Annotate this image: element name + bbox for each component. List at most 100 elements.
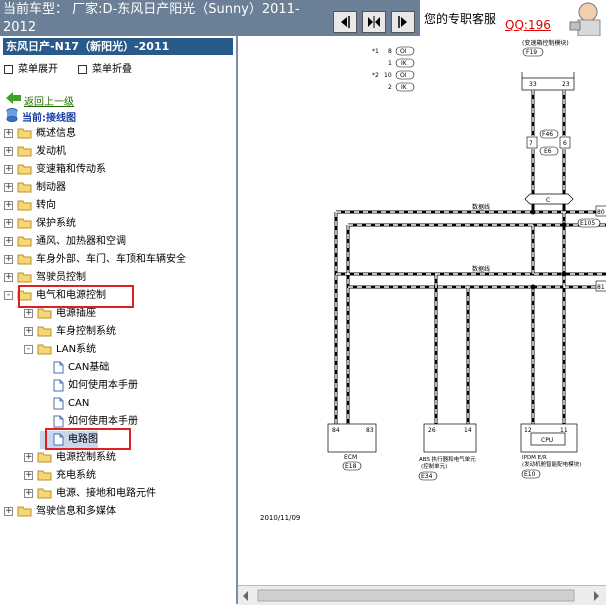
tree-item[interactable]: + 概述信息 [4,125,76,143]
legend-row-4: 2 IK [388,82,415,92]
tree-item[interactable]: + 转向 [4,197,56,215]
tree-item-label: 电源控制系统 [56,452,116,463]
expand-icon[interactable]: + [4,506,13,516]
tree-item[interactable]: + 制动器 [4,179,66,197]
tree-item-label: 电源插座 [56,308,96,319]
collapse-menu-button[interactable]: 菜单折叠 [78,60,132,75]
abs-label: ABS 执行器和电气单元 [419,455,476,463]
car-model-title: 当前车型： 厂家:D-东风日产阳光（Sunny）2011-2012 [3,2,300,35]
square-icon [78,64,87,74]
back-link[interactable]: 返回上一级 [24,93,74,108]
ipdm-cpu-label: CPU [541,437,553,444]
ecm-connector: E18 [345,463,357,470]
vehicle-header: 东风日产-N17（新阳光）-2011 [3,38,233,55]
nav-collapse-left-button[interactable] [333,11,357,33]
expand-icon[interactable]: + [4,272,13,282]
current-location: 当前:接线图 [22,113,76,124]
tree-item[interactable]: + 保护系统 [4,215,76,233]
qq-link[interactable]: QQ:196 [505,18,551,32]
pin-33: 33 [529,81,537,88]
collapse-menu-label: 菜单折叠 [92,64,132,75]
tree-item-label: CAN基础 [68,362,110,373]
nav-collapse-right-button[interactable] [391,11,415,33]
expand-icon[interactable]: + [24,308,33,318]
arrow-right-icon [398,16,407,28]
expand-icon[interactable]: + [4,182,13,192]
legend-code: OI [400,72,407,79]
tree-item[interactable]: + 电源控制系统 [24,449,116,467]
abs-connector: E34 [421,473,433,480]
service-label: 您的专职客服 [424,12,497,26]
tree-item-label: 如何使用本手册 [68,416,138,427]
expand-icon[interactable]: + [4,128,13,138]
database-icon [6,108,18,122]
tree-item[interactable]: CAN [40,395,89,413]
ipdm-label: IPDM E/R [522,455,547,461]
expand-icon[interactable]: + [24,470,33,480]
tree-item[interactable]: + 充电系统 [24,467,96,485]
nav-split-button[interactable] [362,11,386,33]
tree-item-label: 变速箱和传动系 [36,164,106,175]
tree-item-label: 驾驶员控制 [36,272,86,283]
legend-num: 1 [388,60,392,67]
tree-item[interactable]: + 通风、加热器和空调 [4,233,126,251]
tree-item-label: 发动机 [36,146,66,157]
expand-menu-button[interactable]: 菜单展开 [4,60,58,75]
document-icon [53,379,64,391]
square-icon [4,64,13,74]
tree-item[interactable]: + 车身控制系统 [24,323,116,341]
expand-icon[interactable]: + [4,236,13,246]
data-line-label: 数据线 [472,265,490,273]
tree-item-label: CAN [68,398,90,409]
scrollbar-thumb[interactable] [257,589,575,602]
folder-icon [37,308,52,319]
scroll-right-icon [594,591,599,601]
tree-item[interactable]: + 车身外部、车门、车顶和车辆安全 [4,251,186,269]
folder-icon [17,128,32,139]
tree-item[interactable]: - LAN系统 [24,341,96,359]
tree-item[interactable]: 如何使用本手册 [40,377,138,395]
folder-icon [37,344,52,355]
pin-7: 7 [529,140,533,147]
document-icon [53,397,64,409]
diagram-date: 2010/11/09 [260,514,300,522]
expand-icon[interactable]: + [4,218,13,228]
tree-item[interactable]: + 驾驶信息和多媒体 [4,503,116,521]
mascot-icon [569,2,601,37]
expand-icon[interactable]: + [24,452,33,462]
mascot-image [566,0,606,37]
expand-icon[interactable]: + [4,164,13,174]
expand-icon[interactable]: + [4,200,13,210]
horizontal-scrollbar[interactable] [238,585,606,605]
tree-item[interactable]: CAN基础 [40,359,109,377]
legend-code: OI [400,48,407,55]
abs-sublabel: (控制单元) [421,462,447,470]
tree-item[interactable]: + 电源、接地和电路元件 [24,485,156,503]
folder-icon [17,272,32,283]
tree-item[interactable]: + 变速箱和传动系 [4,161,106,179]
tree-item-label: 保护系统 [36,218,76,229]
expand-icon[interactable]: + [4,254,13,264]
expand-icon[interactable]: + [24,488,33,498]
collapse-icon[interactable]: - [4,290,13,300]
document-icon [53,415,64,427]
folder-icon [17,254,32,265]
expand-icon[interactable]: + [24,326,33,336]
tree-item-label: 电源、接地和电路元件 [56,488,156,499]
folder-icon [17,182,32,193]
connector-f46: F46 [542,131,553,138]
legend-row-3: *2 10 OI [372,70,415,80]
expand-icon[interactable]: + [4,146,13,156]
data-line-label: 数据线 [472,203,490,211]
folder-icon [17,506,32,517]
tcm-label: (变速箱控制模块) [522,39,569,47]
collapse-icon[interactable]: - [24,344,33,354]
highlight-box-circuit-diagram [45,428,131,450]
tree-item[interactable]: + 发动机 [4,143,66,161]
connector-e105: E105 [580,220,595,227]
legend-num: 8 [388,48,392,55]
pin-6: 6 [563,140,567,147]
connector-e6: E6 [544,148,552,155]
expand-menu-label: 菜单展开 [18,64,58,75]
tcm-connector: F19 [526,49,537,56]
